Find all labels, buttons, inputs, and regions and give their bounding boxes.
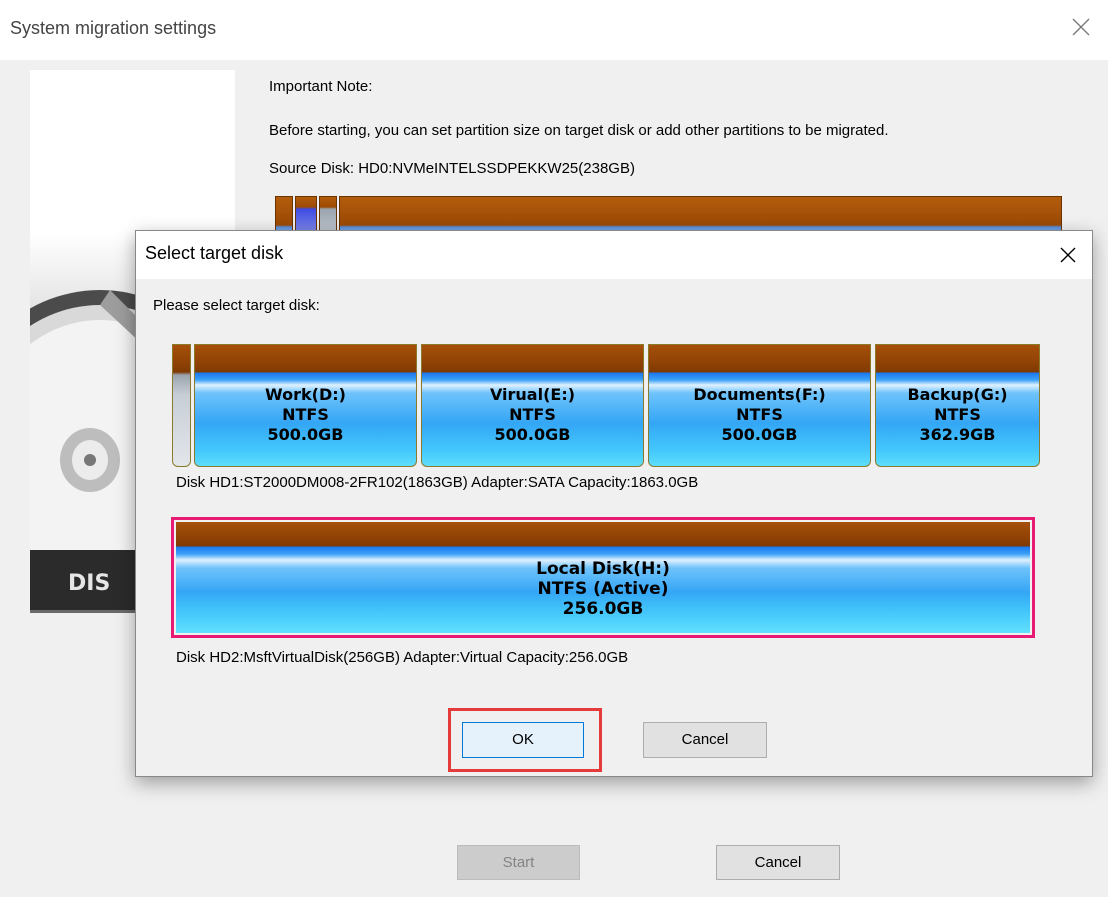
partition-fs: NTFS (Active) <box>537 579 669 599</box>
partition-work-d[interactable]: Work(D:) NTFS 500.0GB <box>194 344 417 467</box>
partition-name: Work(D:) <box>265 385 346 404</box>
window-title: System migration settings <box>10 18 217 38</box>
window-titlebar: System migration settings <box>0 0 1108 60</box>
partition-fs: NTFS <box>736 405 783 424</box>
disk-hd1-map[interactable]: Work(D:) NTFS 500.0GB Virual(E:) NTFS 50… <box>172 344 1040 467</box>
dialog-cancel-button[interactable]: Cancel <box>643 722 767 758</box>
partition-name: Local Disk(H:) <box>536 559 670 579</box>
disk-hd2-selected[interactable]: Local Disk(H:) NTFS (Active) 256.0GB <box>171 517 1035 638</box>
partition-virual-e[interactable]: Virual(E:) NTFS 500.0GB <box>421 344 644 467</box>
disk-hd1-info: Disk HD1:ST2000DM008-2FR102(1863GB) Adap… <box>176 474 699 491</box>
partition-name: Backup(G:) <box>907 385 1008 404</box>
source-disk-label: Source Disk: HD0:NVMeINTELSSDPEKKW25(238… <box>269 160 635 177</box>
partition-backup-g[interactable]: Backup(G:) NTFS 362.9GB <box>875 344 1040 467</box>
partition-size: 500.0GB <box>721 425 798 444</box>
window-close-icon[interactable] <box>1068 14 1094 40</box>
partition-local-disk-h[interactable]: Local Disk(H:) NTFS (Active) 256.0GB <box>176 522 1030 633</box>
partition-name: Virual(E:) <box>489 385 576 404</box>
partition-reserved[interactable] <box>172 344 191 467</box>
start-button[interactable]: Start <box>457 845 580 880</box>
partition-name: Documents(F:) <box>693 385 826 404</box>
dialog-close-icon[interactable] <box>1056 243 1080 267</box>
partition-size: 500.0GB <box>494 425 571 444</box>
disk-brand-text: DIS <box>68 571 110 596</box>
disk-hd2-info: Disk HD2:MsftVirtualDisk(256GB) Adapter:… <box>176 649 629 666</box>
partition-size: 256.0GB <box>562 599 644 619</box>
important-note-label: Important Note: <box>269 78 373 95</box>
partition-fs: NTFS <box>282 405 329 424</box>
partition-size: 362.9GB <box>919 425 996 444</box>
important-note-text: Before starting, you can set partition s… <box>269 122 889 139</box>
partition-fs: NTFS <box>934 405 981 424</box>
partition-documents-f[interactable]: Documents(F:) NTFS 500.0GB <box>648 344 871 467</box>
select-target-disk-dialog: Select target disk Please select target … <box>135 230 1093 777</box>
dialog-title: Select target disk <box>145 243 284 263</box>
select-disk-prompt: Please select target disk: <box>153 297 320 314</box>
ok-button[interactable]: OK <box>462 722 584 758</box>
partition-size: 500.0GB <box>267 425 344 444</box>
partition-fs: NTFS <box>509 405 556 424</box>
window-cancel-button[interactable]: Cancel <box>716 845 840 880</box>
dialog-titlebar: Select target disk <box>136 231 1092 279</box>
